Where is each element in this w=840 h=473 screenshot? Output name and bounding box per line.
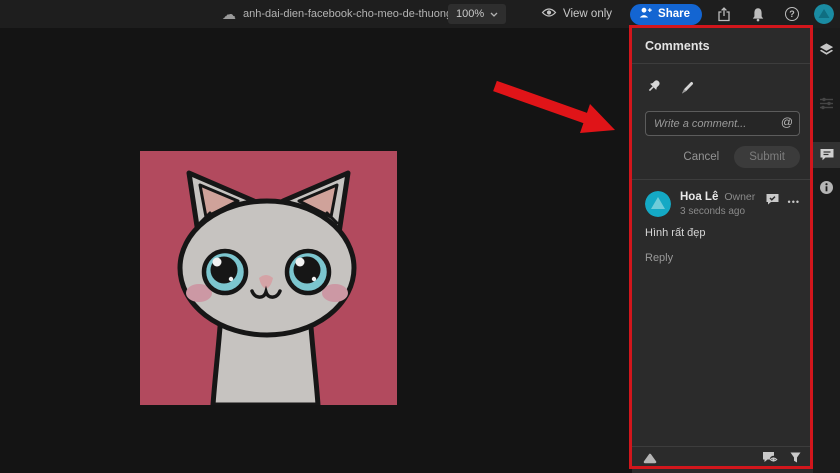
info-icon[interactable] (813, 174, 840, 200)
zoom-level-value: 100% (456, 8, 485, 20)
chevron-down-icon (490, 8, 498, 20)
eye-icon (541, 7, 557, 21)
comment-tools-row (632, 64, 813, 111)
cancel-button[interactable]: Cancel (683, 151, 719, 163)
properties-icon[interactable] (813, 90, 840, 116)
cat-image (140, 151, 397, 408)
submit-button[interactable]: Submit (734, 146, 800, 168)
comment-author-role: Owner (724, 191, 756, 203)
top-toolbar: ☁ anh-dai-dien-facebook-cho-meo-de-thuon… (0, 0, 840, 28)
comment-input[interactable] (645, 111, 800, 136)
view-only-label: View only (563, 8, 613, 20)
composer-actions: Cancel Submit (645, 146, 800, 179)
cat-illustration (140, 151, 397, 408)
resolve-comment-icon[interactable] (765, 193, 780, 211)
cloud-icon: ☁ (222, 6, 236, 22)
reply-button[interactable]: Reply (645, 252, 673, 264)
more-options-icon[interactable]: ••• (788, 197, 800, 207)
comments-panel-header: Comments (632, 28, 813, 64)
share-button[interactable]: Share (630, 3, 702, 25)
panel-bottom-bar (632, 446, 813, 473)
comments-tab-icon[interactable] (813, 142, 840, 168)
document-title-group[interactable]: ☁ anh-dai-dien-facebook-cho-meo-de-thuon… (222, 0, 478, 28)
document-title: anh-dai-dien-facebook-cho-meo-de-thuong-… (243, 8, 472, 20)
zoom-level-dropdown[interactable]: 100% (448, 4, 507, 24)
help-icon[interactable]: ? (780, 2, 804, 26)
publish-icon[interactable] (643, 451, 657, 469)
comment-meta: Hoa Lê Owner 3 seconds ago (680, 191, 765, 217)
pin-comment-icon[interactable] (646, 78, 663, 101)
layers-icon[interactable] (813, 36, 840, 62)
comment-author: Hoa Lê (680, 191, 719, 203)
app-window: ☁ anh-dai-dien-facebook-cho-meo-de-thuon… (0, 0, 840, 473)
commenter-avatar (645, 191, 671, 217)
user-avatar[interactable] (814, 4, 834, 24)
comment-item[interactable]: Hoa Lê Owner 3 seconds ago ••• Hình rất … (632, 180, 813, 277)
comments-panel: Comments @ Cancel Submit (632, 28, 813, 473)
view-only-indicator[interactable]: View only (541, 7, 612, 21)
comment-body: Hình rất đẹp (645, 227, 706, 239)
panel-spacer (632, 277, 813, 446)
draw-annotation-icon[interactable] (679, 79, 696, 101)
notifications-bell-icon[interactable] (746, 2, 770, 26)
comment-header: Hoa Lê Owner 3 seconds ago ••• (645, 191, 800, 217)
comment-actions: ••• (765, 191, 800, 211)
panel-title: Comments (645, 39, 710, 53)
filter-comments-icon[interactable] (789, 451, 802, 469)
export-icon[interactable] (712, 2, 736, 26)
show-comments-icon[interactable] (762, 451, 779, 470)
mention-icon[interactable]: @ (781, 115, 793, 129)
right-tool-strip (813, 28, 840, 473)
comment-timestamp: 3 seconds ago (680, 206, 746, 217)
add-person-icon (639, 7, 652, 21)
share-button-label: Share (658, 8, 690, 20)
toolbar-right-group: View only Share ? (541, 0, 834, 28)
comment-composer: @ (645, 111, 800, 136)
